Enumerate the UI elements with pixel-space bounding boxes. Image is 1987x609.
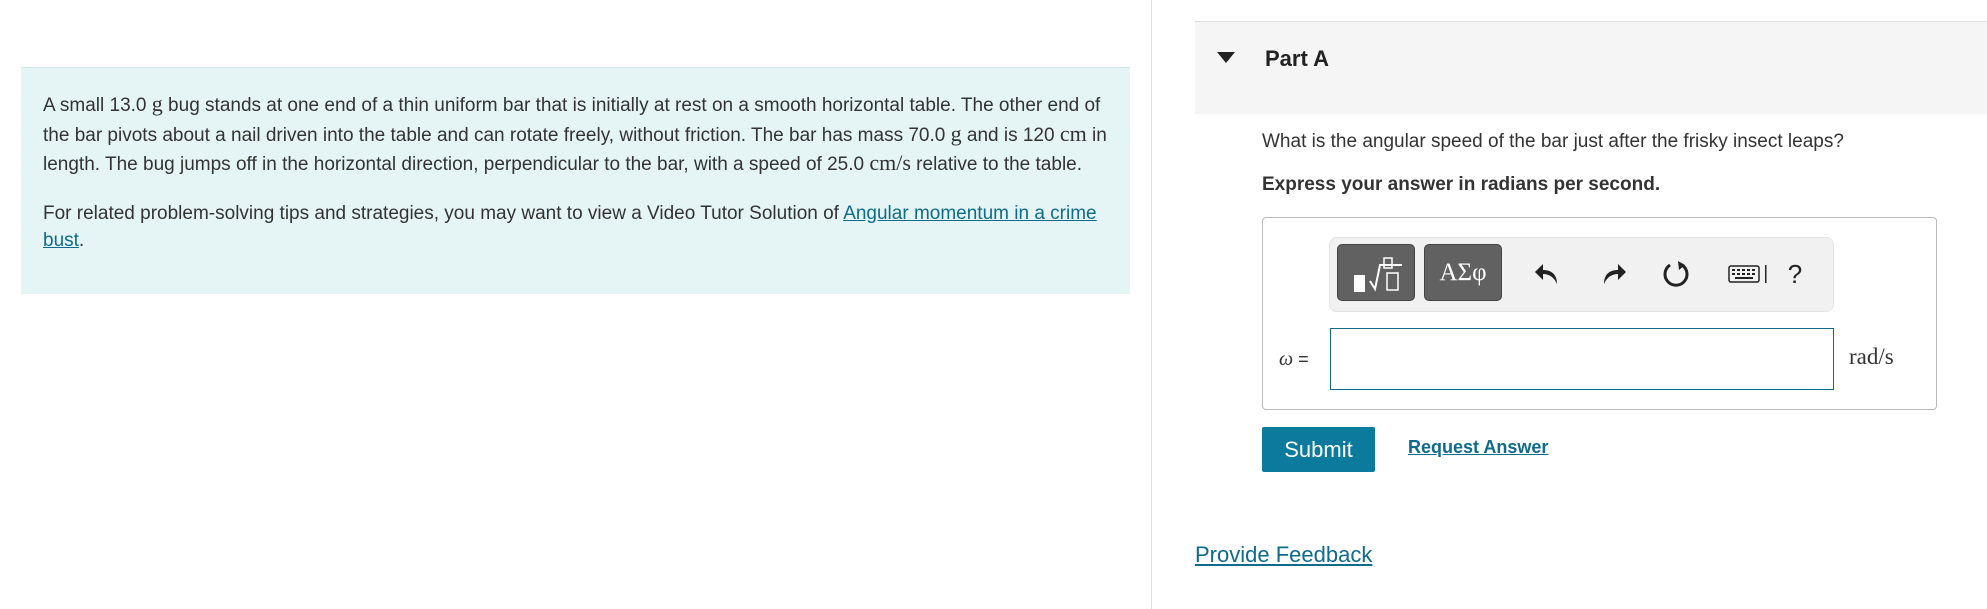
unit-centimeters: cm [1059,120,1087,146]
problem-text: A small 13.0 g bug stands at one end of … [43,90,1108,179]
answer-instruction: Express your answer in radians per secon… [1262,174,1661,195]
text-segment: bug stands at one end of a thin uniform … [43,95,1101,146]
part-header[interactable]: Part A [1195,21,1987,114]
greek-symbols-button[interactable]: ΑΣφ [1424,244,1502,301]
math-toolbar: ΑΣφ ? [1329,237,1834,312]
help-icon[interactable]: ? [1780,259,1810,289]
answer-variable-label: ω = [1279,348,1309,371]
text-segment: For related problem-solving tips and str… [43,202,844,224]
templates-button[interactable] [1337,244,1415,301]
text-segment: . [78,230,85,251]
keyboard-icon[interactable] [1727,259,1771,289]
redo-icon[interactable] [1598,259,1628,289]
equals-sign: = [1293,349,1309,369]
column-divider [1151,0,1152,609]
problem-statement: A small 13.0 g bug stands at one end of … [21,67,1130,294]
reset-icon[interactable] [1661,259,1691,289]
answer-units: rad/s [1849,344,1894,369]
collapse-caret-icon[interactable] [1217,52,1235,63]
text-segment: relative to the table. [910,154,1083,175]
text-segment: and is 120 [961,124,1060,146]
video-tutor-note: For related problem-solving tips and str… [43,200,1108,255]
submit-button[interactable]: Submit [1262,427,1375,472]
answer-input[interactable] [1330,328,1834,390]
unit-grams: g [950,120,962,146]
text-segment: A small 13.0 [43,95,152,116]
undo-icon[interactable] [1533,259,1563,289]
provide-feedback-link[interactable]: Provide Feedback [1195,542,1372,568]
question-text: What is the angular speed of the bar jus… [1262,131,1844,152]
request-answer-link[interactable]: Request Answer [1408,437,1548,458]
omega-symbol: ω [1279,348,1294,370]
answer-box: ΑΣφ ? ω = rad/s [1262,217,1937,410]
unit-grams: g [151,91,163,116]
part-title: Part A [1265,46,1329,71]
templates-icon [1354,257,1402,292]
unit-cm-per-second: cm/s [869,150,911,175]
